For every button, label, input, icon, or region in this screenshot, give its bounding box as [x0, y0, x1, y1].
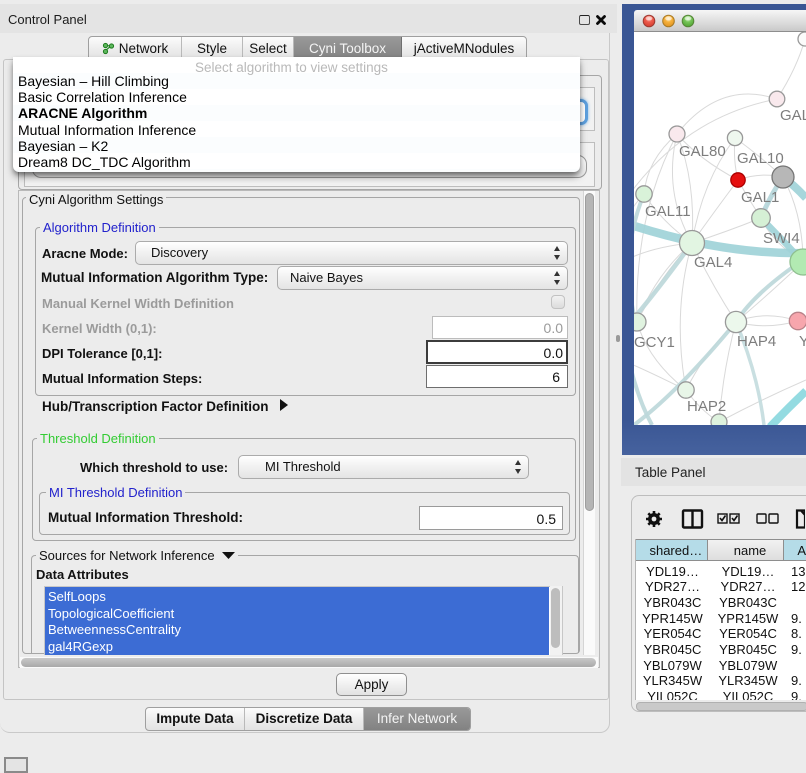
svg-text:GAL80: GAL80 — [679, 143, 726, 160]
svg-text:SWI4: SWI4 — [763, 230, 800, 247]
svg-text:GAL10: GAL10 — [737, 150, 784, 167]
svg-text:GAL11: GAL11 — [645, 203, 691, 220]
svg-text:HAP4: HAP4 — [737, 333, 776, 350]
svg-text:Y: Y — [799, 333, 806, 350]
svg-text:GAL1: GAL1 — [741, 189, 779, 206]
svg-text:GAL4: GAL4 — [694, 254, 732, 271]
svg-text:GCY1: GCY1 — [634, 334, 675, 351]
svg-text:HAP2: HAP2 — [687, 398, 726, 415]
svg-text:GAL: GAL — [780, 107, 806, 124]
